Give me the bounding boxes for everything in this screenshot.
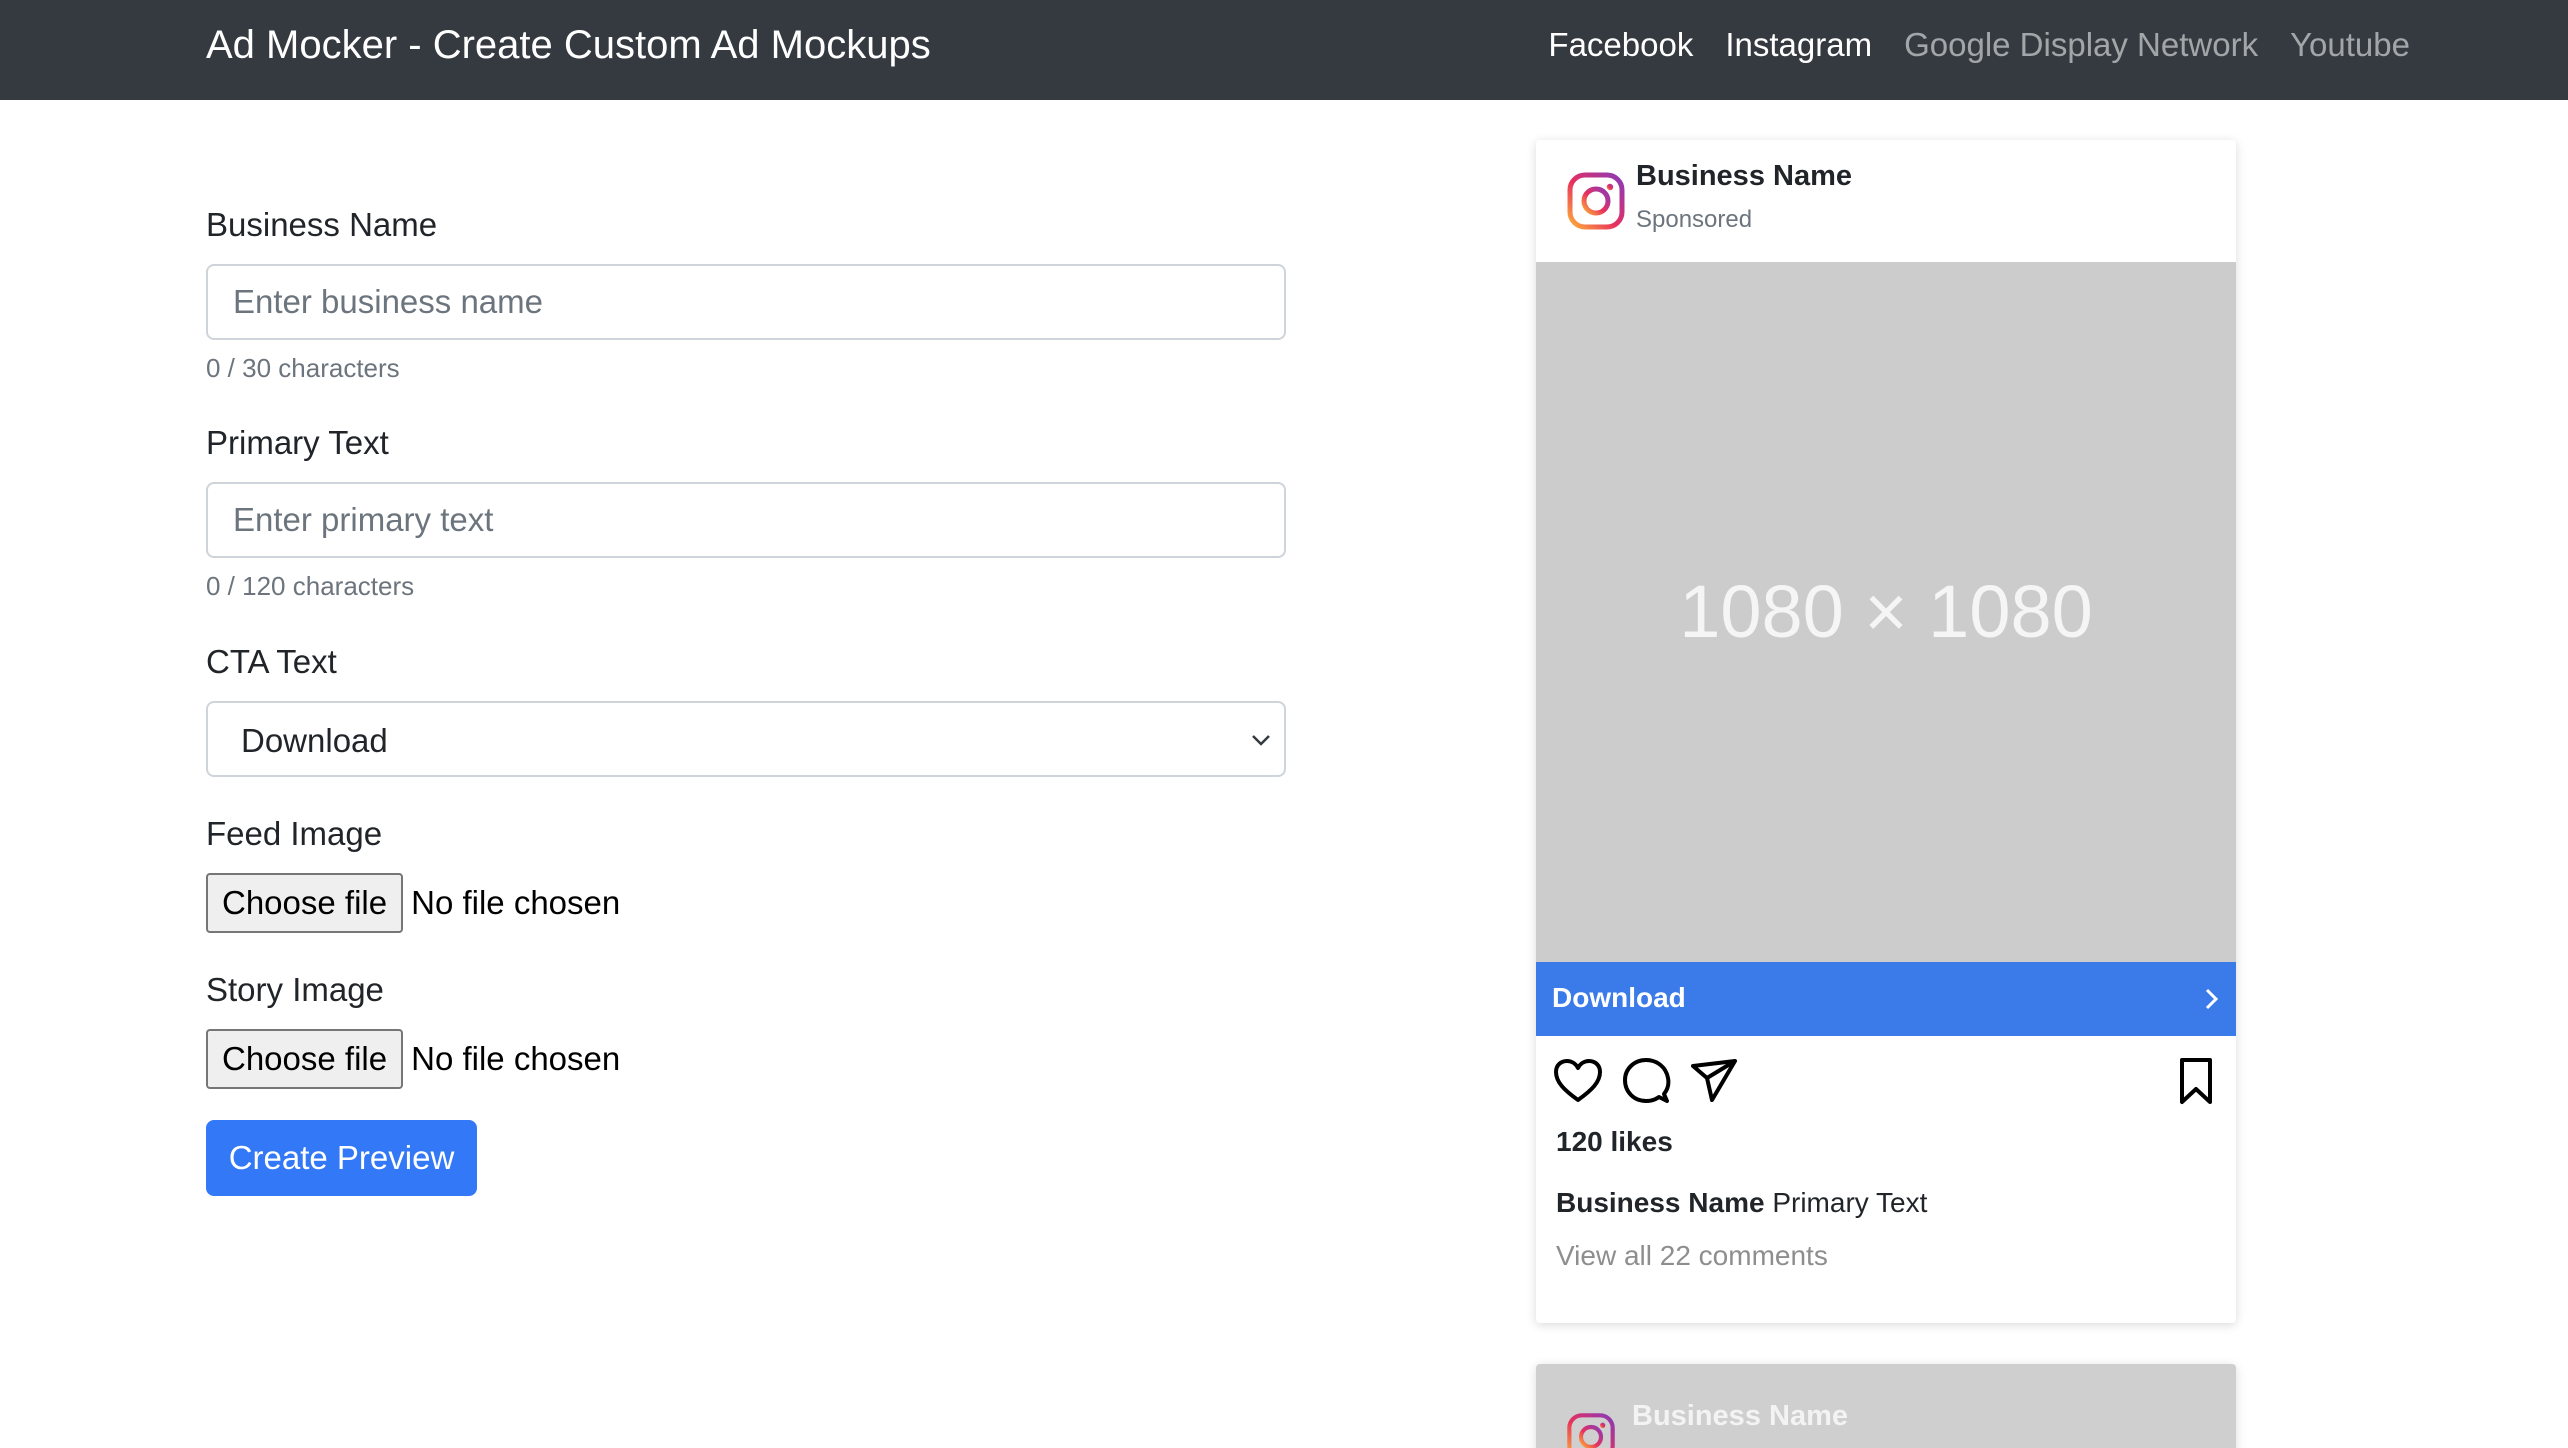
primary-text-counter: 0 / 120 characters xyxy=(206,571,415,601)
instagram-logo-icon xyxy=(1567,172,1625,230)
post-header: Business Name Sponsored xyxy=(1536,140,2236,262)
caption-business-name: Business Name xyxy=(1556,1187,1765,1218)
instagram-feed-preview-card: Business Name Sponsored 1080 × 1080 Down… xyxy=(1536,140,2236,1323)
feed-image-file-status: No file chosen xyxy=(411,884,621,921)
preview-business-name: Business Name xyxy=(1636,160,1852,192)
cta-bar-label: Download xyxy=(1552,982,1686,1013)
brand-title[interactable]: Ad Mocker - Create Custom Ad Mockups xyxy=(206,22,931,68)
top-navbar: Ad Mocker - Create Custom Ad Mockups Fac… xyxy=(0,0,2568,100)
chevron-right-icon xyxy=(2205,988,2219,1010)
cta-text-select[interactable]: Download xyxy=(206,701,1286,777)
cta-text-selected-value: Download xyxy=(241,722,388,759)
primary-text-label: Primary Text xyxy=(206,424,389,461)
nav-link-instagram[interactable]: Instagram xyxy=(1725,24,1872,66)
story-image-label: Story Image xyxy=(206,971,384,1008)
heart-icon[interactable] xyxy=(1552,1056,1604,1106)
story-business-name: Business Name xyxy=(1632,1400,1848,1432)
instagram-story-preview-card: Business Name xyxy=(1536,1364,2236,1448)
story-image-file-input[interactable]: Choose file No file chosen xyxy=(206,1029,620,1089)
story-image-file-status: No file chosen xyxy=(411,1040,621,1077)
instagram-logo-icon xyxy=(1567,1413,1615,1448)
chevron-down-icon xyxy=(1252,735,1270,746)
feed-image-file-input[interactable]: Choose file No file chosen xyxy=(206,873,620,933)
nav-link-youtube[interactable]: Youtube xyxy=(2290,24,2410,66)
feed-image-label: Feed Image xyxy=(206,815,383,852)
cta-text-label: CTA Text xyxy=(206,643,337,680)
post-actions xyxy=(1536,1052,2236,1108)
post-caption: Business Name Primary Text xyxy=(1556,1187,1927,1219)
cta-bar[interactable]: Download xyxy=(1536,962,2236,1036)
image-dimensions-label: 1080 × 1080 xyxy=(1679,570,2093,653)
primary-text-input[interactable] xyxy=(206,482,1286,558)
business-name-counter: 0 / 30 characters xyxy=(206,353,400,383)
create-preview-button[interactable]: Create Preview xyxy=(206,1120,477,1196)
sponsored-label: Sponsored xyxy=(1636,206,1753,233)
business-name-label: Business Name xyxy=(206,206,438,243)
share-icon[interactable] xyxy=(1688,1056,1740,1106)
likes-count: 120 likes xyxy=(1556,1126,1673,1157)
nav-link-facebook[interactable]: Facebook xyxy=(1548,24,1693,66)
comment-icon[interactable] xyxy=(1620,1056,1672,1106)
bookmark-icon[interactable] xyxy=(2170,1056,2222,1106)
feed-image-choose-file-button[interactable]: Choose file xyxy=(206,873,404,933)
nav-link-google-display-network[interactable]: Google Display Network xyxy=(1904,24,2258,66)
feed-image-placeholder: 1080 × 1080 xyxy=(1536,262,2236,962)
story-image-choose-file-button[interactable]: Choose file xyxy=(206,1029,404,1089)
view-comments-link[interactable]: View all 22 comments xyxy=(1556,1240,1828,1272)
caption-primary-text: Primary Text xyxy=(1772,1187,1928,1218)
business-name-input[interactable] xyxy=(206,264,1286,340)
nav-links: Facebook Instagram Google Display Networ… xyxy=(1548,24,2410,66)
